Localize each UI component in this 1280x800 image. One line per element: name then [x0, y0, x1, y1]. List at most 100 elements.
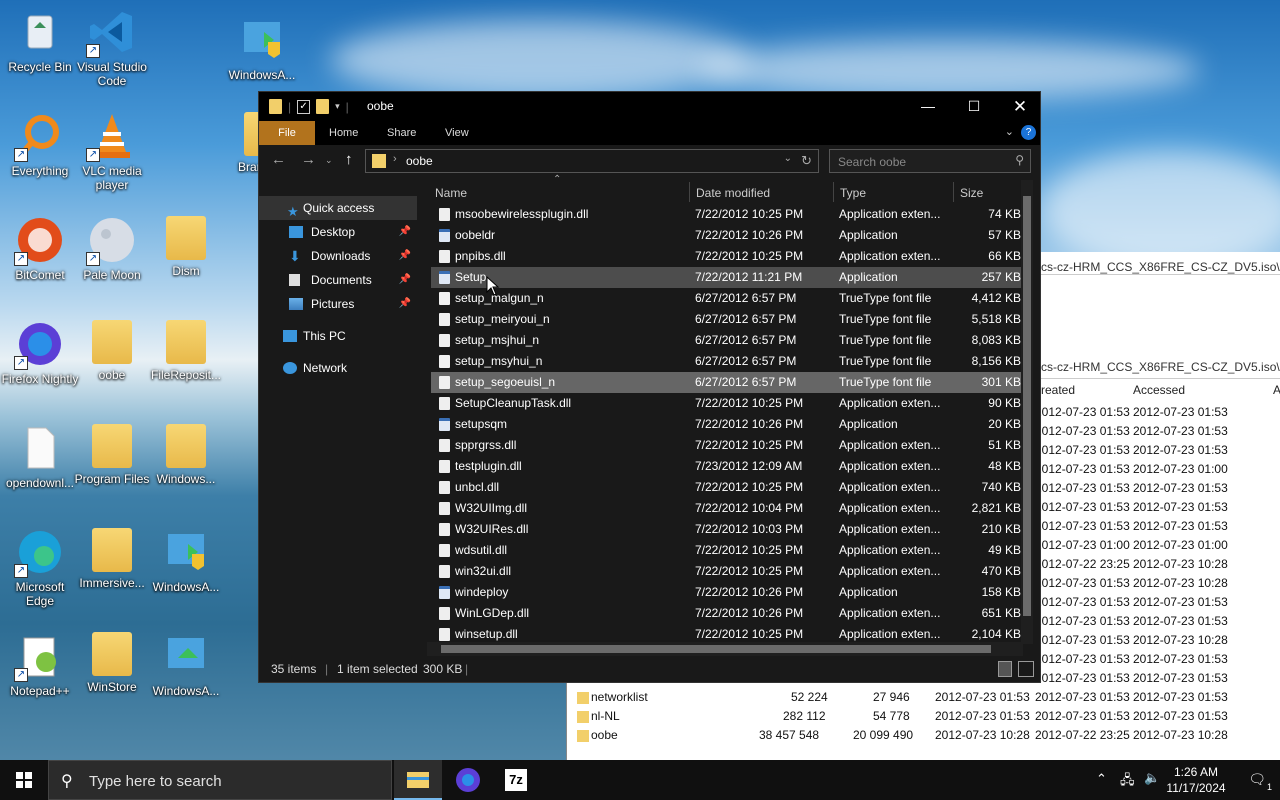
- minimize-button[interactable]: —: [905, 92, 951, 121]
- desktop-icon-winstore[interactable]: WinStore: [72, 632, 152, 694]
- pin-icon[interactable]: 📌: [399, 220, 411, 244]
- file-row[interactable]: setup_msyhui_n 6/27/2012 6:57 PM TrueType …: [431, 351, 1023, 372]
- tab-share[interactable]: Share: [373, 121, 430, 145]
- desktop-icon-pale-moon[interactable]: ↗ Pale Moon: [72, 216, 152, 282]
- desktop-icon-opendownload[interactable]: opendownl...: [0, 424, 80, 490]
- nav-item-this-pc[interactable]: This PC: [259, 324, 417, 348]
- file-row[interactable]: testplugin.dll 7/23/2012 12:09 AM Applicat…: [431, 456, 1023, 477]
- breadcrumb-chevron-icon[interactable]: ›: [393, 153, 397, 165]
- column-name[interactable]: Name: [435, 180, 467, 204]
- details-view-button[interactable]: [998, 661, 1012, 677]
- desktop-icon-dism[interactable]: Dism: [146, 216, 226, 278]
- title-bar[interactable]: | ✓ ▾ | oobe — ☐ ✕: [259, 92, 1040, 121]
- column-size[interactable]: Size: [960, 180, 983, 204]
- archive-row[interactable]: oobe 38 457 548 20 099 490 2012-07-23 10…: [567, 726, 1280, 745]
- column-date-modified[interactable]: Date modified: [696, 180, 770, 204]
- new-folder-icon[interactable]: [316, 99, 330, 114]
- desktop-icon-edge[interactable]: ↗ Microsoft Edge: [0, 528, 80, 608]
- recent-locations-icon[interactable]: ⌄: [325, 155, 333, 166]
- file-row[interactable]: WinLGDep.dll 7/22/2012 10:26 PM Applicatio…: [431, 603, 1023, 624]
- tab-home[interactable]: Home: [315, 121, 372, 145]
- file-row[interactable]: SetupCleanupTask.dll 7/22/2012 10:25 PM Ap…: [431, 393, 1023, 414]
- breadcrumb-current[interactable]: oobe: [406, 154, 433, 168]
- taskbar-file-explorer[interactable]: [394, 760, 442, 800]
- file-row[interactable]: setupsqm 7/22/2012 10:26 PM Application 20 …: [431, 414, 1023, 435]
- desktop-icon-vlc[interactable]: ↗ VLC media player: [72, 112, 152, 192]
- volume-muted-icon[interactable]: 🔈: [1144, 770, 1160, 786]
- file-row[interactable]: windeploy 7/22/2012 10:26 PM Application 15…: [431, 582, 1023, 603]
- back-button[interactable]: ←: [271, 151, 286, 168]
- large-icons-view-button[interactable]: [1018, 661, 1034, 677]
- start-button[interactable]: [0, 760, 48, 800]
- refresh-icon[interactable]: ↻: [801, 153, 812, 169]
- file-row[interactable]: win32ui.dll 7/22/2012 10:25 PM Application…: [431, 561, 1023, 582]
- column-type[interactable]: Type: [840, 180, 866, 204]
- address-bar[interactable]: › oobe ⌄ ↻: [365, 149, 819, 173]
- file-row[interactable]: msoobewirelessplugin.dll 7/22/2012 10:25 …: [431, 204, 1023, 225]
- desktop-icon-bran[interactable]: Bran: [222, 112, 262, 174]
- properties-icon[interactable]: ✓: [297, 99, 311, 114]
- column-divider[interactable]: [689, 182, 690, 202]
- maximize-button[interactable]: ☐: [951, 92, 997, 121]
- close-button[interactable]: ✕: [997, 92, 1043, 121]
- file-row[interactable]: spprgrss.dll 7/22/2012 10:25 PM Applicatio…: [431, 435, 1023, 456]
- nav-item-quick-access[interactable]: ★ Quick access: [259, 196, 417, 220]
- help-icon[interactable]: ?: [1021, 125, 1036, 140]
- up-button[interactable]: ↑: [345, 151, 353, 168]
- scrollbar-thumb[interactable]: [1023, 196, 1031, 616]
- file-row[interactable]: oobeldr 7/22/2012 10:26 PM Application 57 K…: [431, 225, 1023, 246]
- desktop-icon-windowsa-2[interactable]: WindowsA...: [146, 528, 226, 594]
- column-attributes[interactable]: At: [1273, 383, 1280, 397]
- desktop-icon-filerepository[interactable]: FileReposit...: [146, 320, 226, 382]
- network-icon[interactable]: 🖧: [1120, 771, 1135, 793]
- nav-item-documents[interactable]: Documents 📌: [259, 268, 417, 292]
- desktop-icon-recycle-bin[interactable]: Recycle Bin: [0, 8, 80, 74]
- pin-icon[interactable]: 📌: [399, 244, 411, 268]
- desktop-icon-oobe[interactable]: oobe: [72, 320, 152, 382]
- file-row[interactable]: wdsutil.dll 7/22/2012 10:25 PM Application…: [431, 540, 1023, 561]
- pin-icon[interactable]: 📌: [399, 292, 411, 316]
- taskbar-firefox[interactable]: [444, 760, 492, 800]
- desktop-icon-firefox-nightly[interactable]: ↗ Firefox Nightly: [0, 320, 80, 386]
- clock[interactable]: 1:26 AM 11/17/2024: [1160, 764, 1232, 796]
- taskbar-7zip[interactable]: 7z: [492, 760, 540, 800]
- column-divider[interactable]: [953, 182, 954, 202]
- file-row[interactable]: setup_msjhui_n 6/27/2012 6:57 PM TrueType …: [431, 330, 1023, 351]
- desktop-icon-everything[interactable]: ↗ Everything: [0, 112, 80, 178]
- desktop-icon-immersive[interactable]: Immersive...: [72, 528, 152, 590]
- desktop-icon-windowsa-1[interactable]: WindowsA...: [222, 16, 302, 82]
- file-row[interactable]: unbcl.dll 7/22/2012 10:25 PM Application e…: [431, 477, 1023, 498]
- nav-item-desktop[interactable]: Desktop 📌: [259, 220, 417, 244]
- nav-item-pictures[interactable]: Pictures 📌: [259, 292, 417, 316]
- archive-row[interactable]: nl-NL 282 112 54 778 2012-07-23 01:53 20…: [567, 707, 1280, 726]
- nav-item-network[interactable]: Network: [259, 356, 417, 380]
- file-row[interactable]: pnpibs.dll 7/22/2012 10:25 PM Application …: [431, 246, 1023, 267]
- file-row[interactable]: W32UIImg.dll 7/22/2012 10:04 PM Applicatio…: [431, 498, 1023, 519]
- desktop-icon-program-files[interactable]: Program Files: [72, 424, 152, 486]
- show-hidden-icons-chevron[interactable]: ⌃: [1096, 771, 1107, 787]
- horizontal-scrollbar[interactable]: [427, 642, 1023, 656]
- file-row[interactable]: W32UIRes.dll 7/22/2012 10:03 PM Applicatio…: [431, 519, 1023, 540]
- column-divider[interactable]: [833, 182, 834, 202]
- vertical-scrollbar[interactable]: [1021, 180, 1033, 644]
- file-explorer-window[interactable]: | ✓ ▾ | oobe — ☐ ✕ File Home Share View …: [258, 91, 1041, 683]
- desktop-icon-windows-folder[interactable]: Windows...: [146, 424, 226, 486]
- pin-icon[interactable]: 📌: [399, 268, 411, 292]
- file-row[interactable]: setup_malgun_n 6/27/2012 6:57 PM TrueType …: [431, 288, 1023, 309]
- taskbar-search-box[interactable]: ⚲ Type here to search: [48, 760, 392, 800]
- file-row[interactable]: Setup 7/22/2012 11:21 PM Application 257 KB: [431, 267, 1023, 288]
- desktop-icon-notepadpp[interactable]: ↗ Notepad++: [0, 632, 80, 698]
- file-row[interactable]: setup_meiryoui_n 6/27/2012 6:57 PM TrueTyp…: [431, 309, 1023, 330]
- archive-row[interactable]: networklist 52 224 27 946 2012-07-23 01:…: [567, 688, 1280, 707]
- desktop-icon-bitcomet[interactable]: ↗ BitComet: [0, 216, 80, 282]
- column-accessed[interactable]: Accessed: [1133, 383, 1185, 397]
- address-dropdown-icon[interactable]: ⌄: [784, 153, 792, 164]
- notification-center-icon[interactable]: 🗨: [1248, 771, 1266, 788]
- customize-toolbar-icon[interactable]: ▾: [335, 101, 340, 112]
- nav-item-downloads[interactable]: ⬇ Downloads 📌: [259, 244, 417, 268]
- expand-ribbon-icon[interactable]: ⌄: [1005, 125, 1014, 138]
- archive-path-field[interactable]: cs-cz-HRM_CCS_X86FRE_CS-CZ_DV5.iso\sou: [1041, 356, 1280, 378]
- desktop-icon-vscode[interactable]: ↗ Visual Studio Code: [72, 8, 152, 88]
- file-row[interactable]: setup_segoeuisl_n 6/27/2012 6:57 PM TrueTy…: [431, 372, 1023, 393]
- search-box[interactable]: Search oobe ⚲: [829, 149, 1031, 173]
